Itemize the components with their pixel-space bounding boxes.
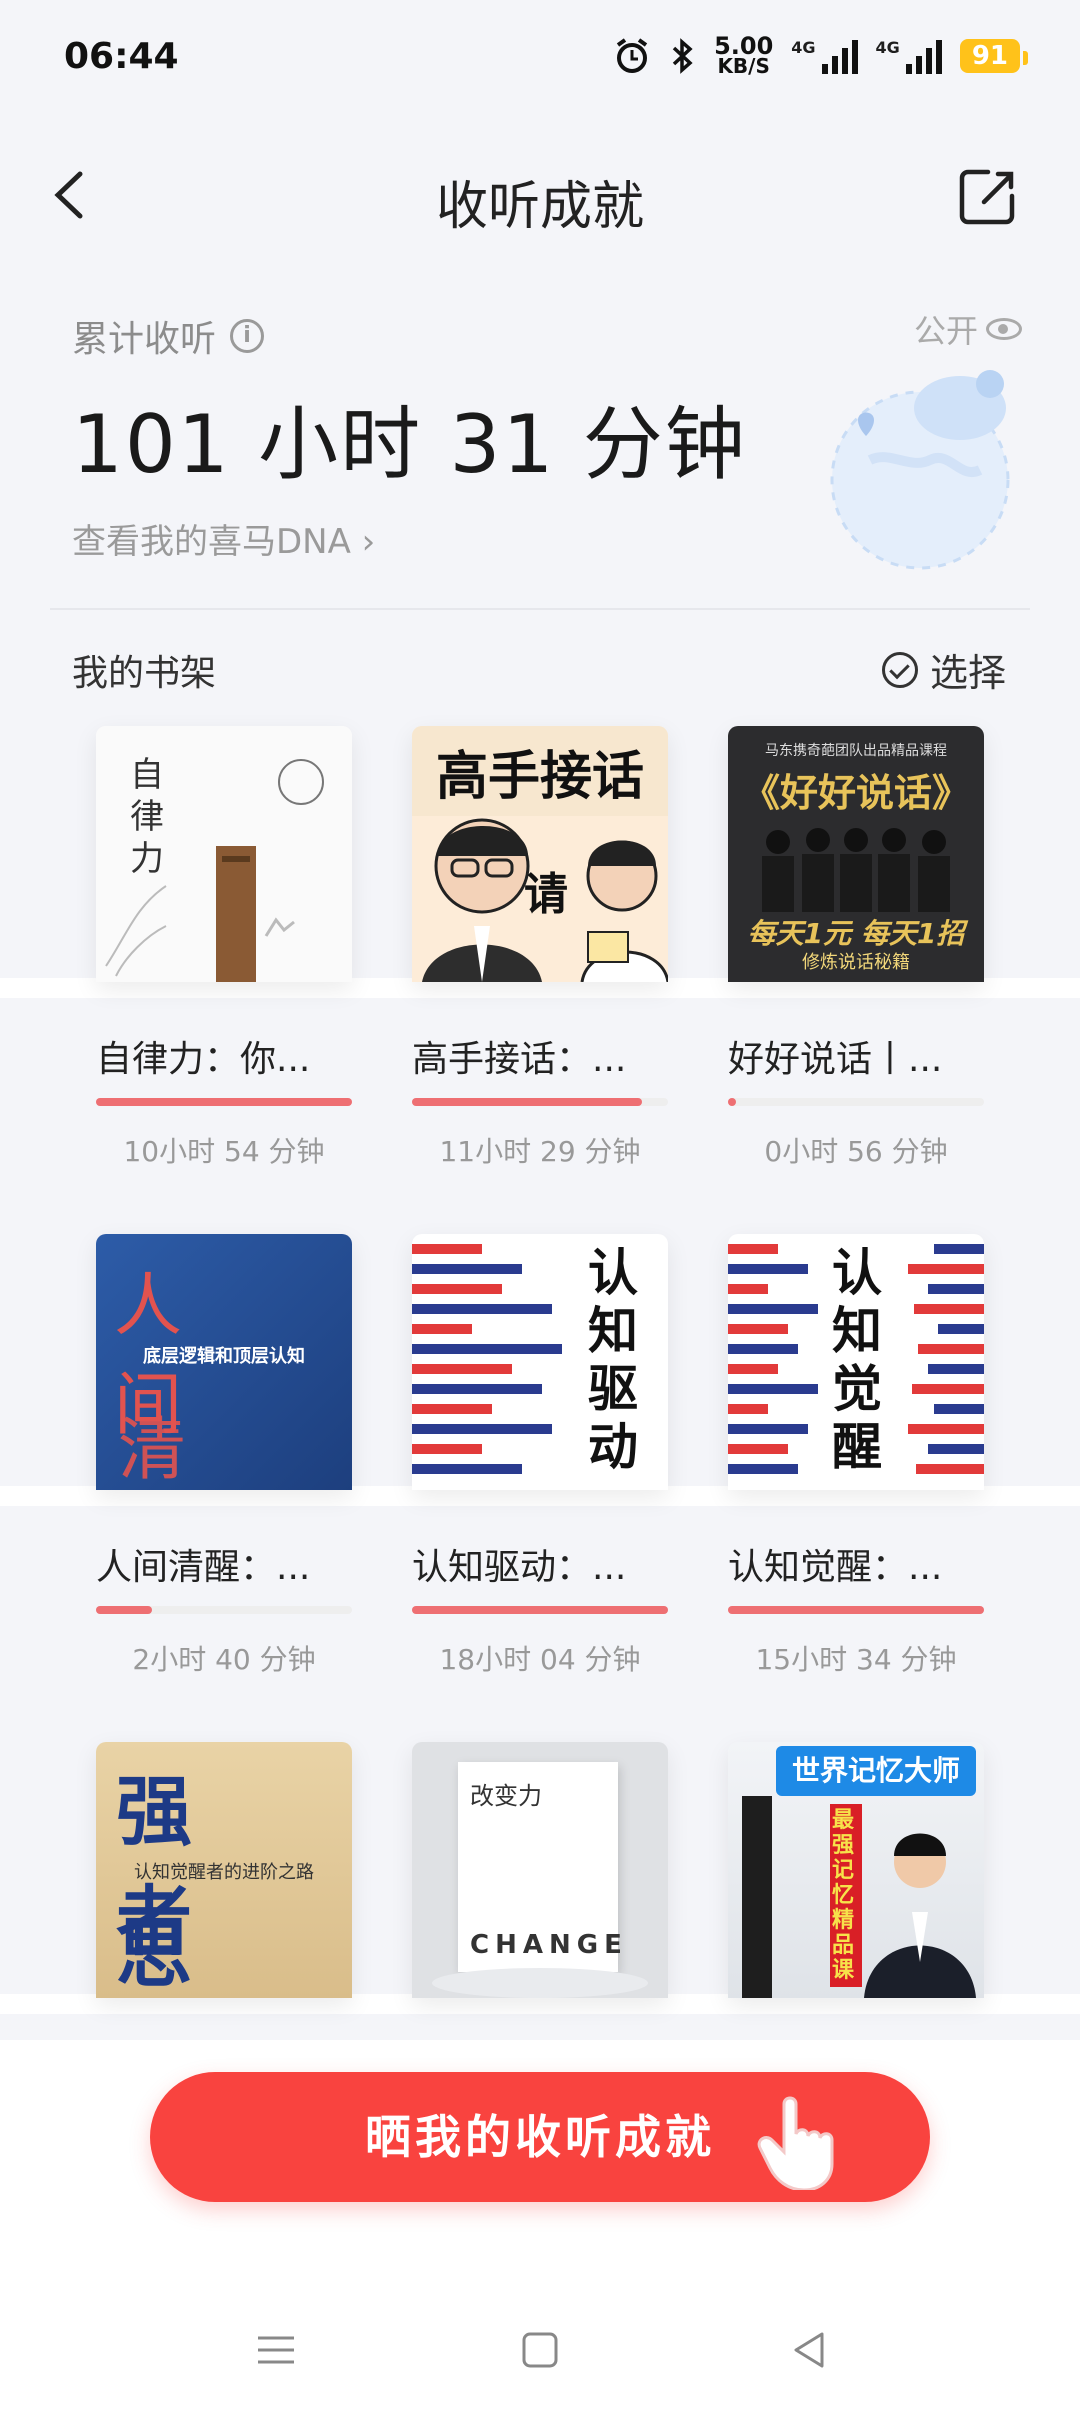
progress-bar <box>96 1606 352 1614</box>
book-cover: 人 间 底层逻辑和顶层认知 清 醒 <box>96 1234 352 1490</box>
listen-duration: 15小时 34 分钟 <box>755 1643 957 1676</box>
eye-icon <box>986 318 1022 340</box>
divider <box>50 608 1030 610</box>
book-card[interactable]: 认知觉醒 认知觉醒：... 15小时 34 分钟 <box>728 1234 984 1676</box>
status-bar: 06:44 5.00 KB/S 4G 4G 91 <box>0 0 1080 120</box>
check-circle-icon <box>881 651 918 688</box>
progress-bar <box>412 1098 668 1106</box>
system-nav-bar <box>0 2310 1080 2390</box>
signal-icon: 4G <box>791 38 858 74</box>
battery-icon: 91 <box>959 39 1029 73</box>
book-title: 认知驱动：... <box>412 1547 627 1588</box>
book-cover: 认知驱动 <box>412 1234 668 1490</box>
back-nav-icon[interactable] <box>780 2320 840 2380</box>
book-card[interactable]: 自律力 自律力：你... 10小时 54 分钟 <box>96 726 352 1168</box>
book-cover: 高手接话 请 <box>412 726 668 982</box>
book-title: 人间清醒：... <box>96 1547 311 1588</box>
page-title: 收听成就 <box>435 177 644 237</box>
book-title: 高手接话：... <box>412 1039 627 1080</box>
book-card[interactable]: 强 者 认知觉醒者的进阶之路 思 维 <box>96 1742 352 1998</box>
book-title: 认知觉醒：... <box>728 1547 943 1588</box>
book-cover: 马东携奇葩团队出品精品课程 《好好说话》 每天1元 每天1招 修炼说话秘籍 <box>728 726 984 982</box>
book-cover: 自律力 <box>96 726 352 982</box>
listen-duration: 0小时 56 分钟 <box>764 1135 948 1168</box>
listening-summary: 累计收听 i 101 小时 31 分钟 查看我的喜马DNA › 公开 <box>72 310 1022 570</box>
listen-duration: 18小时 04 分钟 <box>439 1643 641 1676</box>
book-card[interactable]: 认知驱动 认知驱动：... 18小时 04 分钟 <box>412 1234 668 1676</box>
share-icon[interactable] <box>954 164 1020 230</box>
listen-duration: 11小时 29 分钟 <box>439 1135 641 1168</box>
globe-mascot-icon <box>830 370 1010 570</box>
book-card[interactable]: 高手接话 请 高手接话：... 11小时 29 分钟 <box>412 726 668 1168</box>
home-icon[interactable] <box>510 2320 570 2380</box>
app-header: 收听成就 <box>0 150 1080 250</box>
listen-duration: 2小时 40 分钟 <box>132 1643 316 1676</box>
summary-label: 累计收听 <box>72 319 217 360</box>
book-card[interactable]: 世界记忆大师 最强记忆精品课 <box>728 1742 984 1998</box>
network-speed: 5.00 KB/S <box>714 32 774 78</box>
progress-bar <box>728 1606 984 1614</box>
book-card[interactable]: 改变力 CHANGE <box>412 1742 668 1998</box>
progress-bar <box>412 1606 668 1614</box>
share-achievement-button[interactable]: 晒我的收听成就 <box>150 2072 930 2202</box>
book-cover: 认知觉醒 <box>728 1234 984 1490</box>
select-button[interactable]: 选择 <box>881 642 1006 697</box>
alarm-icon <box>616 38 648 73</box>
status-time: 06:44 <box>64 36 179 77</box>
book-title: 好好说话丨... <box>728 1039 943 1080</box>
menu-icon[interactable] <box>246 2320 306 2380</box>
book-card[interactable]: 马东携奇葩团队出品精品课程 《好好说话》 每天1元 每天1招 修炼说话秘籍 好好… <box>728 726 984 1168</box>
bluetooth-icon <box>672 38 693 74</box>
book-cover: 世界记忆大师 最强记忆精品课 <box>728 1742 984 1998</box>
listen-duration: 10小时 54 分钟 <box>123 1135 325 1168</box>
public-toggle[interactable]: 公开 <box>914 306 1022 352</box>
hand-pointer-icon <box>757 2096 834 2190</box>
book-title: 自律力：你... <box>96 1039 311 1080</box>
book-cover: 改变力 CHANGE <box>412 1742 668 1998</box>
progress-bar <box>96 1098 352 1106</box>
bookshelf-title: 我的书架 <box>72 653 217 694</box>
info-icon[interactable]: i <box>230 319 265 353</box>
book-card[interactable]: 人 间 底层逻辑和顶层认知 清 醒 人间清醒：... 2小时 40 分钟 <box>96 1234 352 1676</box>
signal-icon: 4G <box>876 38 942 74</box>
progress-bar <box>728 1098 984 1106</box>
book-cover: 强 者 认知觉醒者的进阶之路 思 维 <box>96 1742 352 1998</box>
